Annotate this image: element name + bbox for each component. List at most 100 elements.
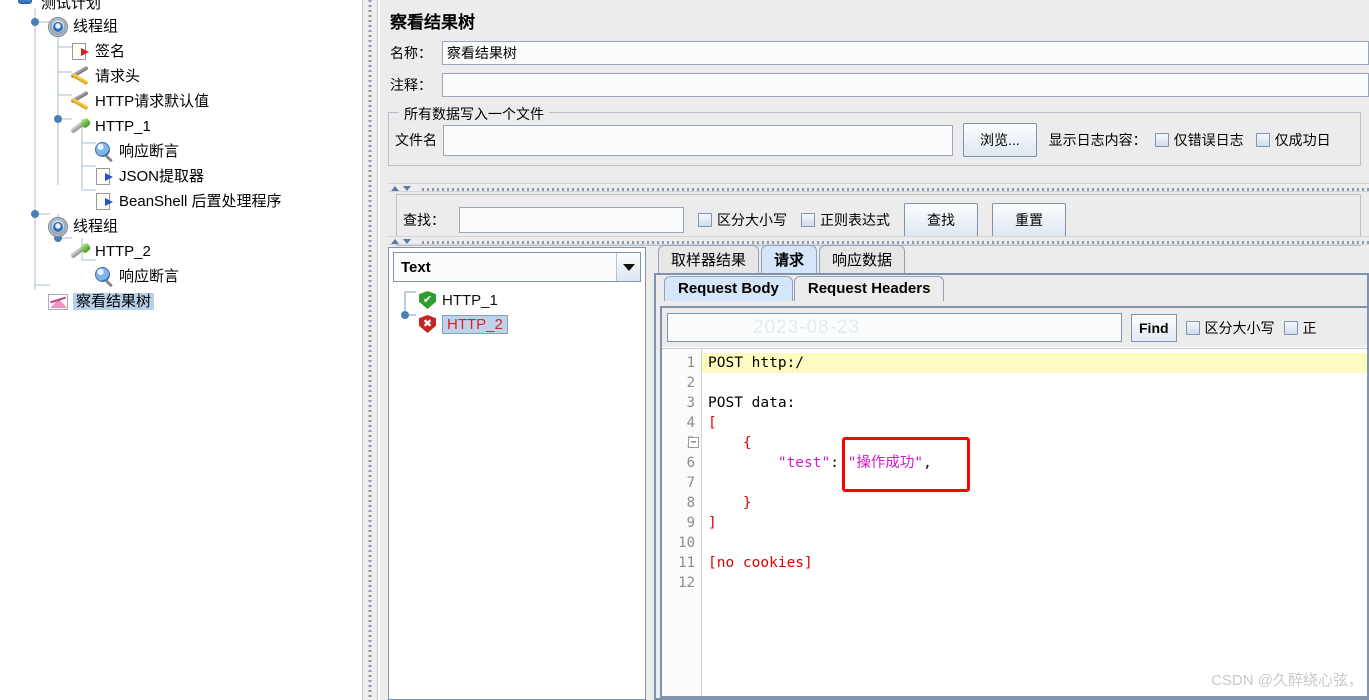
- tab-sampler-result[interactable]: 取样器结果: [658, 245, 760, 274]
- tree-node-label: 请求头: [95, 68, 141, 85]
- code-line: }: [702, 493, 1367, 513]
- errors-only-checkbox[interactable]: 仅错误日志: [1154, 130, 1244, 150]
- line-number: 6: [686, 455, 695, 471]
- page-title: 察看结果树: [390, 13, 475, 32]
- tree-node-label: HTTP_1: [95, 118, 151, 135]
- line-number-gutter: 1 2 3 4 5 6 7 8 9 10 11: [662, 349, 702, 696]
- case-sensitive-checkbox[interactable]: 区分大小写: [698, 210, 787, 230]
- subtab-request-headers[interactable]: Request Headers: [793, 276, 945, 301]
- tree-node-thread-group-2[interactable]: 线程组: [0, 214, 362, 239]
- tree-node-view-results-tree[interactable]: 察看结果树: [0, 289, 362, 314]
- line-number: 8: [686, 495, 695, 511]
- splitter-collapse-arrows[interactable]: [391, 185, 411, 191]
- tree-node-http-1[interactable]: HTTP_1: [0, 114, 362, 139]
- checkbox-box-icon: [1154, 133, 1169, 147]
- tree-node-label: 签名: [95, 43, 126, 60]
- document-blue-arrow-icon: [92, 166, 116, 188]
- code-line: {: [702, 433, 1367, 453]
- line-number: 9: [686, 515, 695, 531]
- find-label: 查找：: [403, 212, 445, 228]
- success-only-checkbox[interactable]: 仅成功日: [1255, 130, 1331, 150]
- status-glyph: ✖: [422, 318, 433, 330]
- tab-response-data[interactable]: 响应数据: [819, 245, 906, 274]
- regex-checkbox[interactable]: 正则表达式: [801, 210, 890, 230]
- splitter-collapse-arrows[interactable]: [391, 238, 411, 244]
- tree-node-http-2[interactable]: HTTP_2: [0, 239, 362, 264]
- find-input[interactable]: [459, 207, 684, 233]
- code-token: :: [830, 455, 848, 471]
- tree-node-label: JSON提取器: [119, 168, 205, 185]
- comment-row: 注释：: [380, 71, 1369, 99]
- code-line: ]: [702, 513, 1367, 533]
- chevron-down-icon[interactable]: [616, 253, 640, 281]
- success-shield-icon: ✔: [419, 291, 436, 309]
- test-plan-tree-panel[interactable]: 测试计划 线程组 签名 请求头 HTTP请求默认值 HTTP_1 响应断言 JS…: [0, 0, 362, 700]
- splitter-grip: [368, 0, 372, 700]
- result-item-http-1[interactable]: ✔ HTTP_1: [389, 288, 645, 312]
- tree-node-beanshell-postprocessor[interactable]: BeanShell 后置处理程序: [0, 189, 362, 214]
- checkbox-label: 仅错误日志: [1173, 132, 1244, 148]
- name-label: 名称：: [390, 45, 432, 61]
- code-line: POST data:: [702, 393, 1367, 413]
- sampler-results-tree[interactable]: ✔ HTTP_1 ✖ HTTP_2: [389, 282, 645, 336]
- filename-input[interactable]: [443, 124, 953, 156]
- tree-node-json-extractor[interactable]: JSON提取器: [0, 164, 362, 189]
- vertical-splitter[interactable]: [362, 0, 378, 700]
- tree-node-label: HTTP_2: [95, 243, 151, 260]
- name-input[interactable]: [441, 41, 1369, 65]
- tree-node-signature[interactable]: 签名: [0, 39, 362, 64]
- code-line: "test": "操作成功",: [702, 453, 1367, 473]
- line-number: 7: [686, 475, 695, 491]
- renderer-selected-value: Text: [401, 258, 431, 276]
- code-token: {: [742, 435, 752, 451]
- horizontal-splitter-bottom[interactable]: [388, 236, 1369, 245]
- name-row: 名称：: [380, 39, 1369, 67]
- code-token: [no cookies]: [708, 555, 813, 571]
- code-viewer[interactable]: 1 2 3 4 5 6 7 8 9 10 11: [662, 348, 1367, 696]
- checkbox-box-icon: [801, 213, 815, 227]
- find-button[interactable]: 查找: [904, 203, 978, 237]
- tree-node-test-plan[interactable]: 测试计划: [0, 0, 362, 14]
- checkbox-label: 仅成功日: [1274, 132, 1331, 148]
- checkbox-box-icon: [698, 213, 712, 227]
- code-case-sensitive-checkbox[interactable]: 区分大小写: [1185, 318, 1275, 338]
- comment-input[interactable]: [441, 73, 1369, 97]
- request-subtabbar: Request Body Request Headers: [656, 275, 1367, 301]
- checkbox-label: 正: [1302, 319, 1317, 336]
- code-regex-checkbox[interactable]: 正: [1283, 318, 1317, 338]
- reset-button[interactable]: 重置: [992, 203, 1066, 237]
- code-find-input[interactable]: 2023-08-23: [667, 313, 1122, 342]
- tree-node-label: 察看结果树: [73, 293, 155, 310]
- code-token: "test": [777, 455, 831, 471]
- code-token: "操作成功": [847, 455, 924, 471]
- result-item-http-2[interactable]: ✖ HTTP_2: [389, 312, 645, 336]
- line-number: 10: [678, 535, 695, 551]
- assertion-magnifier-icon: [92, 266, 116, 288]
- line-number: 12: [678, 575, 695, 591]
- http-sampler-icon: [68, 116, 92, 138]
- horizontal-splitter-top[interactable]: [388, 183, 1369, 192]
- tree-node-label: 测试计划: [41, 0, 102, 12]
- browse-button[interactable]: 浏览...: [963, 123, 1037, 157]
- code-line: [no cookies]: [702, 553, 1367, 573]
- http-sampler-icon: [68, 241, 92, 263]
- code-token: POST data:: [708, 395, 796, 411]
- comment-label: 注释：: [390, 77, 432, 93]
- tree-node-assertion-2[interactable]: 响应断言: [0, 264, 362, 289]
- code-find-button[interactable]: Find: [1131, 313, 1177, 342]
- checkbox-label: 区分大小写: [1204, 319, 1275, 336]
- code-fold-toggle-icon[interactable]: −: [688, 437, 699, 448]
- subtab-request-body[interactable]: Request Body: [664, 276, 793, 301]
- code-token: ,: [923, 455, 932, 471]
- tab-request[interactable]: 请求: [761, 245, 818, 274]
- tree-node-thread-group-1[interactable]: 线程组: [0, 14, 362, 39]
- renderer-combo[interactable]: Text: [393, 252, 641, 282]
- checkbox-box-icon: [1283, 320, 1298, 335]
- code-token: ]: [708, 515, 717, 531]
- line-number: 4: [686, 415, 695, 431]
- tree-node-assertion-1[interactable]: 响应断言: [0, 139, 362, 164]
- tree-node-request-headers[interactable]: 请求头: [0, 64, 362, 89]
- tree-node-http-defaults[interactable]: HTTP请求默认值: [0, 89, 362, 114]
